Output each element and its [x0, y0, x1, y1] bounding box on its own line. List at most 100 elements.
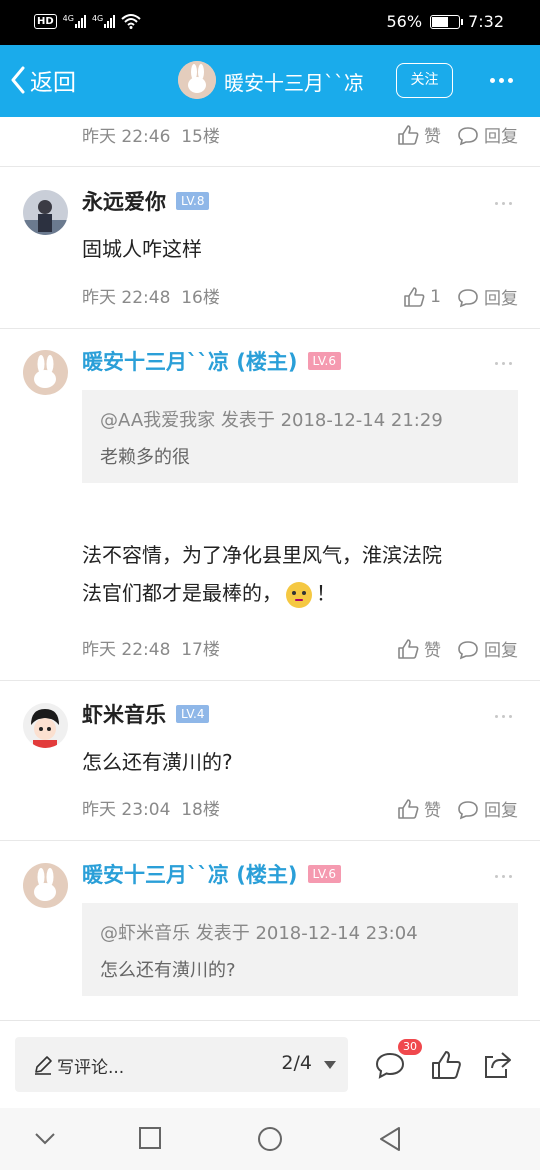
page: HD 4G 4G 56% 7:32 返回 暖安十三月``凉 关注 昨天 22:4… [0, 0, 540, 1170]
post-text-line: 法不容情，为了净化县里风气，淮滨法院 [82, 543, 442, 567]
thumbs-up-icon [398, 638, 419, 659]
like-button[interactable]: 赞 [397, 796, 441, 821]
divider [0, 328, 540, 329]
quote-header: @AA我爱我家 发表于 2018-12-14 21:29 [100, 410, 443, 431]
thumbs-up-icon [398, 124, 419, 145]
username[interactable]: 暖安十三月``凉 (楼主) LV.6 [82, 346, 341, 376]
chevron-down-icon[interactable] [34, 1132, 56, 1146]
comment-placeholder: 写评论... [57, 1058, 125, 1078]
comment-icon [458, 640, 478, 659]
post-floor: 16楼 [181, 288, 220, 308]
pencil-icon [35, 1056, 52, 1075]
thumbs-up-icon [404, 286, 425, 307]
quote-text: 怎么还有潢川的? [100, 960, 236, 981]
reply-button[interactable]: 回复 [457, 636, 518, 661]
post-time: 昨天 22:48 [82, 640, 171, 660]
more-options-icon[interactable] [495, 362, 512, 365]
comment-count-badge: 30 [398, 1039, 422, 1055]
post-meta: 昨天 22:48 16楼 [82, 283, 220, 308]
caret-down-icon[interactable] [324, 1061, 336, 1069]
chevron-left-icon [11, 66, 25, 94]
divider [0, 680, 540, 681]
more-options-icon[interactable] [495, 715, 512, 718]
reply-button[interactable]: 回复 [457, 284, 518, 309]
quote-header: @虾米音乐 发表于 2018-12-14 23:04 [100, 923, 418, 944]
comment-input[interactable]: 写评论... 2/4 [15, 1037, 348, 1092]
system-nav-bar [0, 1108, 540, 1170]
post-text-punct: ！ [316, 581, 336, 605]
post-actions: 赞 回复 [397, 122, 518, 147]
like-label: 赞 [424, 127, 441, 147]
quoted-post[interactable]: @AA我爱我家 发表于 2018-12-14 21:29 老赖多的很 [82, 390, 518, 483]
username-text: 虾米音乐 [82, 703, 166, 727]
username[interactable]: 暖安十三月``凉 (楼主) LV.6 [82, 859, 341, 889]
reply-label: 回复 [484, 289, 518, 309]
wifi-icon [121, 14, 141, 29]
like-button[interactable]: 赞 [397, 636, 441, 661]
battery-percent: 56% [386, 12, 423, 31]
share-icon[interactable] [482, 1049, 514, 1081]
thumbs-up-icon[interactable] [430, 1049, 462, 1081]
like-button[interactable]: 1 [403, 286, 441, 308]
quoted-post[interactable]: @虾米音乐 发表于 2018-12-14 23:04 怎么还有潢川的? [82, 903, 518, 996]
post-meta: 昨天 23:04 18楼 [82, 795, 220, 820]
avatar[interactable] [23, 350, 68, 395]
level-badge: LV.8 [176, 192, 210, 210]
post-text: 固城人咋这样 [82, 237, 202, 261]
reply-label: 回复 [484, 801, 518, 821]
signal-icon: 4G [63, 14, 86, 28]
clock: 7:32 [468, 12, 504, 31]
like-label: 赞 [424, 641, 441, 661]
thumbs-up-icon [398, 798, 419, 819]
avatar[interactable] [23, 863, 68, 908]
comment-icon [458, 126, 478, 145]
like-count: 1 [430, 286, 441, 307]
post-time: 昨天 22:46 [82, 127, 171, 147]
post-floor: 18楼 [181, 800, 220, 820]
recent-apps-icon[interactable] [138, 1126, 162, 1150]
follow-button[interactable]: 关注 [396, 63, 453, 98]
level-badge: LV.6 [307, 865, 341, 883]
post-time: 昨天 22:48 [82, 288, 171, 308]
post-text-line: 法官们都才是最棒的， [82, 581, 282, 605]
reply-label: 回复 [484, 641, 518, 661]
avatar[interactable] [23, 703, 68, 748]
like-button[interactable]: 赞 [397, 122, 441, 147]
reply-button[interactable]: 回复 [457, 796, 518, 821]
username[interactable]: 永远爱你 LV.8 [82, 186, 210, 216]
quote-text: 老赖多的很 [100, 447, 190, 468]
username[interactable]: 虾米音乐 LV.4 [82, 699, 210, 729]
more-options-icon[interactable] [495, 202, 512, 205]
signal-icon: 4G [92, 14, 116, 28]
post-text: 怎么还有潢川的? [82, 750, 233, 774]
post-actions: 赞 回复 [397, 636, 518, 661]
level-badge: LV.4 [176, 705, 210, 723]
avatar[interactable] [178, 61, 216, 99]
page-indicator[interactable]: 2/4 [281, 1052, 312, 1074]
emoji-icon [286, 581, 312, 608]
username-text: 暖安十三月``凉 (楼主) [82, 350, 298, 374]
status-bar: HD 4G 4G 56% 7:32 [0, 0, 540, 45]
hd-indicator: HD [34, 13, 57, 29]
more-icon[interactable] [490, 78, 513, 83]
more-options-icon[interactable] [495, 875, 512, 878]
back-label: 返回 [30, 70, 76, 96]
divider [0, 166, 540, 167]
reply-button[interactable]: 回复 [457, 122, 518, 147]
post-meta: 昨天 22:46 15楼 [82, 122, 220, 147]
home-icon[interactable] [257, 1126, 283, 1152]
username-text: 永远爱你 [82, 190, 166, 214]
back-triangle-icon[interactable] [378, 1126, 402, 1152]
like-label: 赞 [424, 801, 441, 821]
nav-bar: 返回 暖安十三月``凉 关注 [0, 45, 540, 117]
comment-icon [458, 800, 478, 819]
bottom-bar: 写评论... 2/4 30 [0, 1020, 540, 1108]
comment-icon [458, 288, 478, 307]
divider [0, 840, 540, 841]
level-badge: LV.6 [307, 352, 341, 370]
reply-label: 回复 [484, 127, 518, 147]
post-actions: 赞 回复 [397, 796, 518, 821]
post-text: 法不容情，为了净化县里风气，淮滨法院 法官们都才是最棒的， ！ [82, 538, 442, 610]
back-button[interactable]: 返回 [10, 63, 76, 97]
avatar[interactable] [23, 190, 68, 235]
